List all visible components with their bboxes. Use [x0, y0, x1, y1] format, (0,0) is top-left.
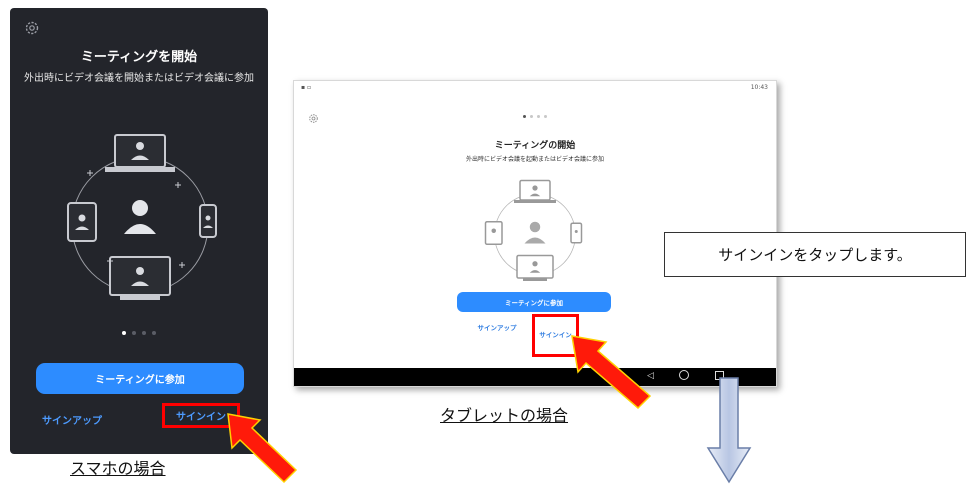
- join-meeting-button[interactable]: ミーティングに参加: [36, 363, 244, 394]
- page-indicator: [10, 331, 268, 335]
- join-meeting-button[interactable]: ミーティングに参加: [457, 292, 611, 312]
- down-arrow-icon: [706, 377, 752, 484]
- phone-caption: スマホの場合: [70, 459, 166, 478]
- status-clock: 10:43: [750, 84, 768, 91]
- instruction-callout: サインインをタップします。: [664, 232, 966, 277]
- sign-up-link[interactable]: サインアップ: [42, 412, 102, 427]
- android-nav-bar: ◁: [294, 368, 776, 386]
- red-arrow-icon: [571, 335, 652, 410]
- meeting-illustration: [484, 179, 583, 281]
- page-title: ミーティングを開始: [80, 50, 198, 65]
- tablet-caption: タブレットの場合: [440, 406, 569, 425]
- status-bar: ▪ ▫ 10:43: [294, 84, 776, 94]
- gear-icon[interactable]: [24, 20, 40, 36]
- meeting-illustration: [67, 134, 217, 300]
- page-indicator: [294, 115, 776, 118]
- page-subtitle: 外出時にビデオ会議を開始またはビデオ会議に参加: [24, 73, 254, 84]
- red-arrow-icon: [227, 413, 298, 484]
- phone-screen: ミーティングを開始 外出時にビデオ会議を開始またはビデオ会議に参加 ミーティング…: [10, 8, 268, 454]
- sign-up-link[interactable]: サインアップ: [477, 324, 517, 333]
- status-icons-left: ▪ ▫: [301, 84, 312, 91]
- page-title: ミーティングの開始: [494, 141, 576, 151]
- page-subtitle: 外出時にビデオ会議を起動またはビデオ会議に参加: [465, 156, 604, 163]
- home-icon[interactable]: [679, 370, 689, 380]
